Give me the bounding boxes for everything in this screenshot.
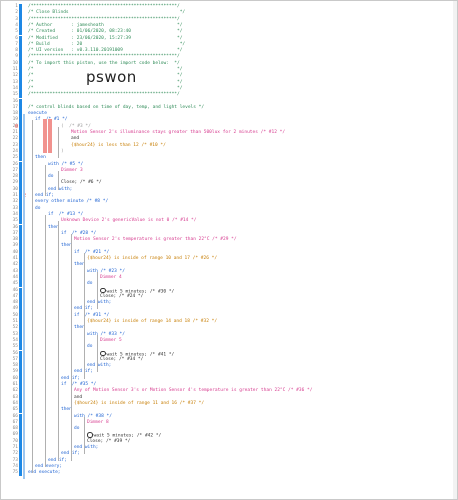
code-line-text: {$hour24} is inside of range 14 and 18 /…: [87, 319, 218, 324]
code-line-text: if /* #21 */: [74, 249, 110, 255]
code-line-text: every other minute /* #8 */: [35, 199, 109, 205]
code-line-text: /***************************************…: [28, 54, 180, 60]
code-line-text: Dimmer 5: [100, 337, 122, 343]
code-line-text: end with;: [74, 445, 99, 450]
indent-guide: [84, 315, 85, 379]
code-line-text: Dimmer 8: [87, 419, 109, 425]
indent-guide: [84, 252, 85, 316]
code-line-text: /* */: [28, 85, 183, 91]
indent-guide: [32, 202, 33, 474]
code-line-text: end with;: [87, 363, 112, 369]
code-line-text: do: [87, 281, 93, 287]
code-line-text: {$hour24} is inside of range 10 and 17 /…: [87, 256, 218, 261]
indent-guide: [23, 114, 25, 480]
code-line-text: /* control blinds based on time of day, …: [28, 104, 205, 110]
code-line-text: do: [35, 205, 41, 211]
code-line-text: do: [74, 426, 80, 432]
condition-highlight: [43, 119, 47, 153]
code-line-text: {$hour24} is inside of range 11 and 16 /…: [74, 400, 205, 406]
indent-guide: [71, 385, 72, 461]
indent-guide: [97, 334, 98, 373]
code-line-text: end with;: [48, 186, 73, 192]
code-line-text: if /* #31 */: [74, 312, 110, 318]
code-line-text: Motion Sensor 2's temperature is greater…: [74, 237, 237, 243]
clock-icon: [100, 287, 106, 293]
code-line-text: execute: [28, 111, 47, 117]
code-line-text: Close; /* #34 */: [100, 356, 144, 362]
code-line-text: end with;: [87, 300, 112, 306]
code-line-text: /* Author : jamesheath */: [28, 22, 183, 28]
code-line-text: Close; /* #39 */: [87, 438, 131, 444]
code-line-text: /* Close Blinds */: [28, 10, 186, 16]
indent-guide: [32, 120, 33, 203]
code-line-text: do: [48, 174, 54, 180]
code-line-text: do: [87, 344, 93, 350]
code-line-text: ( /* #3 */: [61, 123, 91, 129]
piston-code-editor[interactable]: 1/**************************************…: [0, 0, 458, 500]
indent-guide: [45, 214, 46, 467]
code-line-text: /***************************************…: [28, 16, 180, 22]
code-line-text: Close; /* #6 */: [61, 180, 102, 186]
clock-icon: [100, 350, 106, 356]
scrollbar[interactable]: [453, 1, 457, 499]
line-marker[interactable]: 0: [15, 124, 18, 130]
code-line-text: Close; /* #24 */: [100, 293, 144, 299]
code-line-text: with /* #33 */: [87, 331, 125, 337]
code-line-text: /* Created : 01/06/2020, 08:23:40 */: [28, 29, 183, 35]
code-line-text: Any of Motion Sensor 3's or Motion Senso…: [74, 388, 313, 394]
indent-guide: [45, 164, 46, 196]
code-line-text: Dimmer 3: [61, 167, 83, 173]
code-line-text: {$hour24} is less than 12 /* #10 */: [71, 142, 166, 148]
code-line-text: Motion Sensor 2's illuminance stays grea…: [71, 130, 286, 135]
code-line[interactable]: 75 end execute;: [1, 470, 457, 477]
code-line-text: /* Modified : 23/06/2020, 15:27:39 */: [28, 35, 183, 41]
indent-guide: [97, 271, 98, 310]
code-line-text: and: [71, 136, 80, 142]
code-line-text: /***************************************…: [28, 4, 180, 9]
code-line-text: /* UI version : v0.3.110.20191009 */: [28, 48, 183, 54]
code-line-text: /* To import this piston, use the import…: [28, 60, 180, 66]
code-line-text: if /* #35 */: [61, 382, 97, 387]
condition-highlight: [48, 119, 52, 153]
code-line-text: with /* #38 */: [74, 413, 112, 419]
import-code: pswon: [86, 68, 137, 86]
code-line-text: end every;: [35, 463, 63, 469]
code-line-text: and: [74, 394, 83, 400]
indent-guide: [71, 233, 72, 385]
code-line-text: ): [61, 148, 64, 154]
gutter-bar: [19, 470, 22, 477]
code-line-text: with /* #5 */: [48, 161, 84, 167]
code-line-text: then: [35, 155, 46, 161]
line-number: 75: [12, 470, 18, 476]
indent-guide: [58, 221, 59, 461]
code-line-text: Dimmer 4: [100, 274, 122, 280]
code-line-text: with /* #23 */: [87, 268, 125, 274]
code-line-text: Unknown Device 2's genericValue is not 0…: [61, 218, 197, 224]
code-line-text: if /* #28 */: [61, 230, 97, 236]
code-line-text: /***************************************…: [28, 92, 180, 98]
indent-guide: [58, 170, 59, 190]
code-line-text: if /* #13 */: [48, 211, 84, 217]
code-line-text: /* Build : 20 */: [28, 41, 186, 47]
indent-guide: [58, 126, 59, 159]
clock-icon: [87, 432, 93, 438]
indent-guide: [84, 416, 85, 455]
